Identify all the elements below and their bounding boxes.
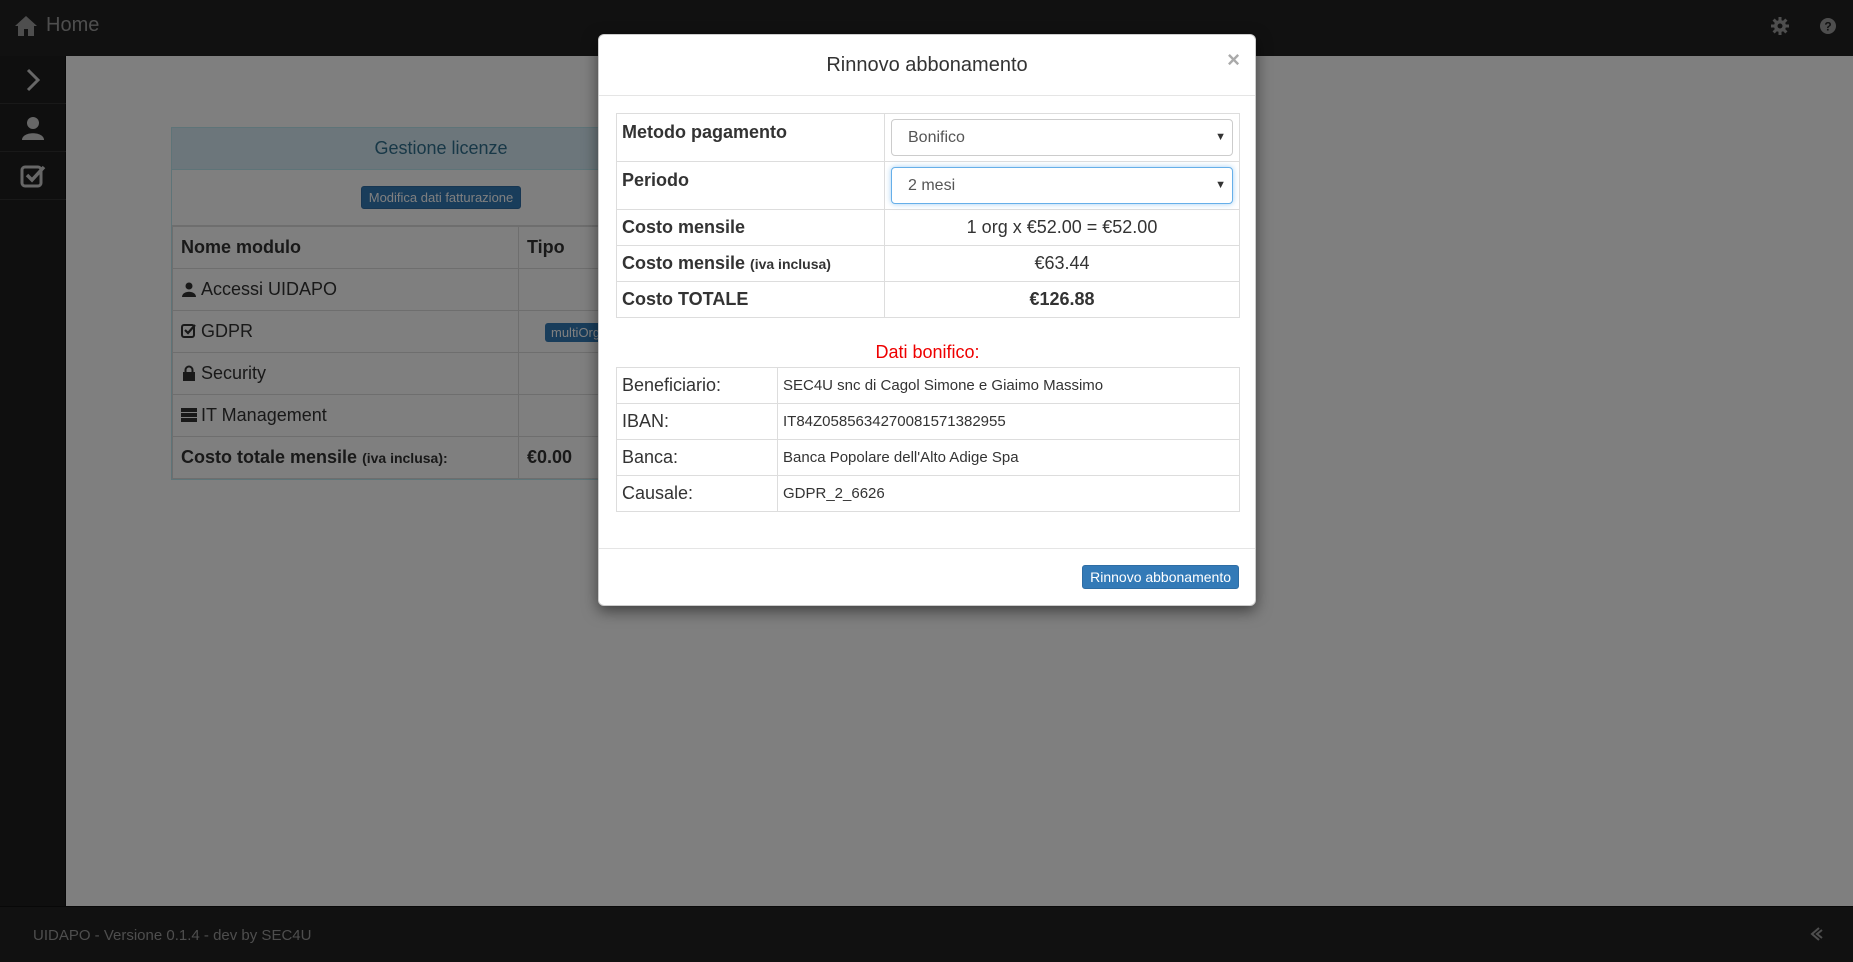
total-cost-value: €126.88 (884, 281, 1240, 318)
caret-down-icon: ▼ (1215, 179, 1226, 191)
payment-method-value: Bonifico (908, 128, 965, 146)
bonifico-row: IBAN: IT84Z0585634270081571382955 (616, 403, 1240, 440)
bonifico-table: Beneficiario: SEC4U snc di Cagol Simone … (616, 367, 1240, 512)
modal-body: Metodo pagamento Bonifico ▼ Periodo 2 me… (599, 96, 1255, 512)
bonifico-title: Dati bonifico: (875, 342, 980, 362)
total-cost-label: Costo TOTALE (616, 281, 885, 318)
iban-label: IBAN: (616, 403, 778, 440)
monthly-vat-label-cell: Costo mensile (iva inclusa) (616, 245, 885, 282)
payment-method-cell: Bonifico ▼ (884, 113, 1240, 162)
renewal-modal: Rinnovo abbonamento × Metodo pagamento B… (598, 34, 1256, 606)
modal-header: Rinnovo abbonamento × (599, 35, 1255, 96)
payment-method-row: Metodo pagamento Bonifico ▼ (616, 113, 1240, 162)
monthly-vat-row: Costo mensile (iva inclusa) €63.44 (616, 245, 1240, 282)
modal-footer: Rinnovo abbonamento (599, 548, 1255, 606)
modal-title: Rinnovo abbonamento (826, 53, 1028, 76)
period-cell: 2 mesi ▼ (884, 161, 1240, 210)
causale-label: Causale: (616, 475, 778, 512)
payment-table: Metodo pagamento Bonifico ▼ Periodo 2 me… (616, 113, 1240, 318)
causale-value: GDPR_2_6626 (777, 475, 1240, 512)
period-row: Periodo 2 mesi ▼ (616, 161, 1240, 210)
caret-down-icon: ▼ (1215, 131, 1226, 143)
bonifico-row: Banca: Banca Popolare dell'Alto Adige Sp… (616, 439, 1240, 476)
total-cost-row: Costo TOTALE €126.88 (616, 281, 1240, 318)
period-label: Periodo (616, 161, 885, 210)
bank-label: Banca: (616, 439, 778, 476)
monthly-cost-label: Costo mensile (616, 209, 885, 246)
period-select[interactable]: 2 mesi ▼ (891, 167, 1233, 204)
monthly-cost-value: 1 org x €52.00 = €52.00 (884, 209, 1240, 246)
iban-value: IT84Z0585634270081571382955 (777, 403, 1240, 440)
monthly-vat-small: (iva inclusa) (750, 256, 831, 272)
beneficiary-label: Beneficiario: (616, 367, 778, 404)
monthly-vat-label: Costo mensile (622, 253, 746, 273)
bank-value: Banca Popolare dell'Alto Adige Spa (777, 439, 1240, 476)
beneficiary-value: SEC4U snc di Cagol Simone e Giaimo Massi… (777, 367, 1240, 404)
period-value: 2 mesi (908, 176, 956, 194)
monthly-vat-value: €63.44 (884, 245, 1240, 282)
close-icon[interactable]: × (1227, 47, 1240, 73)
renew-subscription-button[interactable]: Rinnovo abbonamento (1082, 565, 1239, 589)
monthly-cost-row: Costo mensile 1 org x €52.00 = €52.00 (616, 209, 1240, 246)
bonifico-row: Causale: GDPR_2_6626 (616, 475, 1240, 512)
payment-method-label: Metodo pagamento (616, 113, 885, 162)
bonifico-row: Beneficiario: SEC4U snc di Cagol Simone … (616, 367, 1240, 404)
payment-method-select[interactable]: Bonifico ▼ (891, 119, 1233, 156)
